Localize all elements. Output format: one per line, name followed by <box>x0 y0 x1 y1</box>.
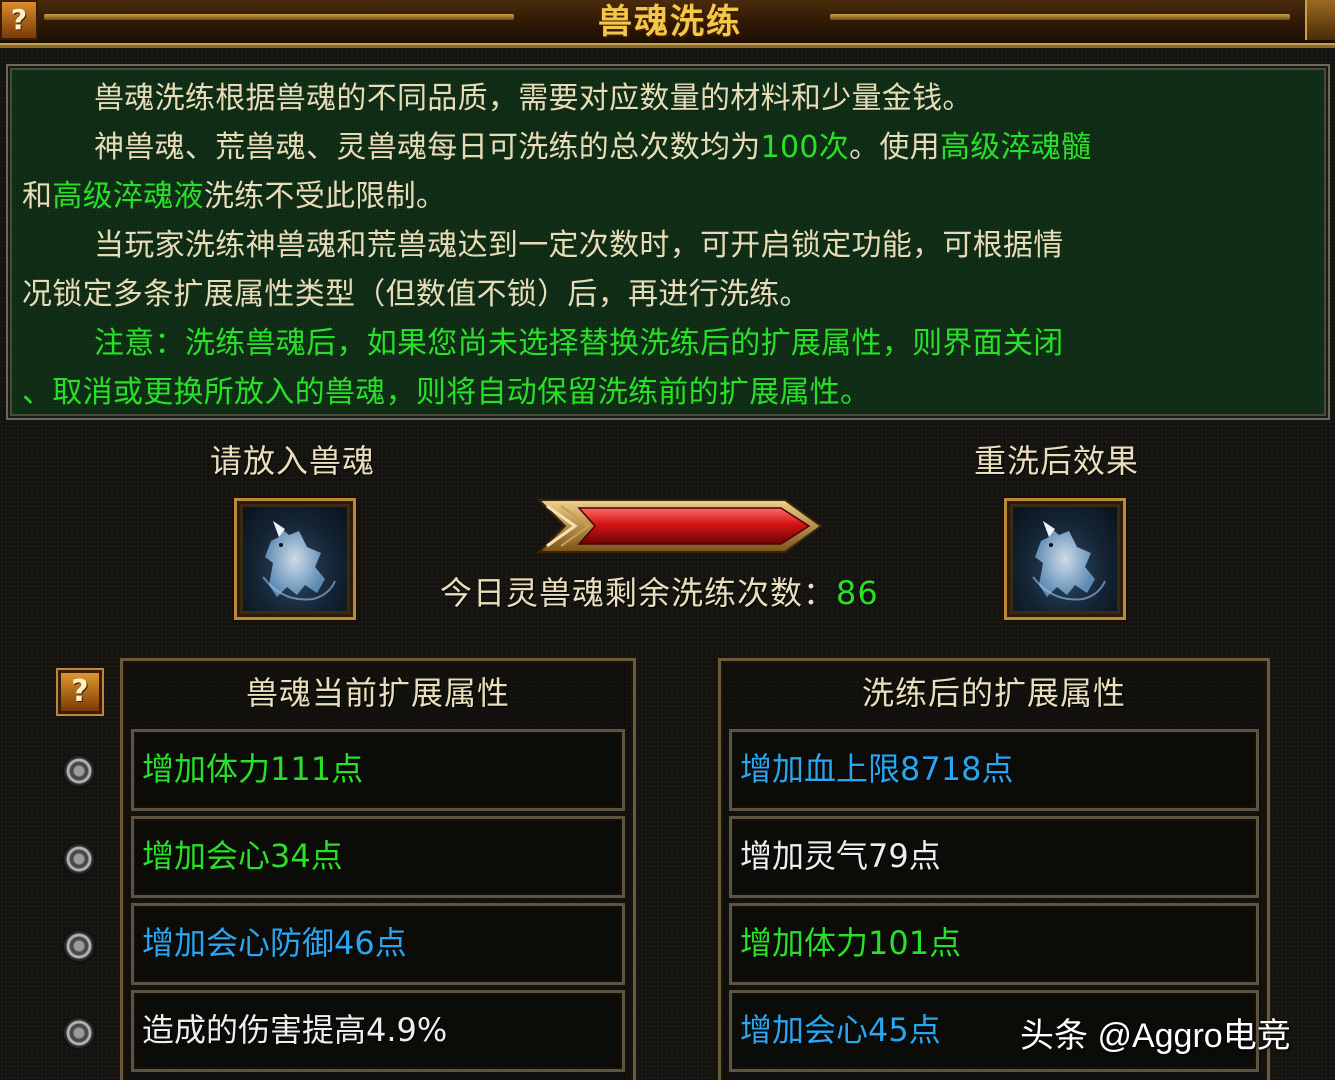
notice-text: 注意：洗练兽魂后，如果您尚未选择替换洗练后的扩展属性，则界面关闭 <box>94 326 1064 361</box>
lock-attribute-radio-3[interactable] <box>64 931 94 961</box>
window-corner-ornament <box>1305 0 1335 40</box>
new-attribute-row: 增加血上限8718点 <box>729 729 1259 811</box>
item-link-advanced-marrow[interactable]: 高级淬魂髓 <box>940 130 1092 165</box>
rules-text: 况锁定多条扩展属性类型（但数值不锁）后，再进行洗练。 <box>22 277 810 312</box>
attribute-text: 增加血上限8718点 <box>740 750 1014 788</box>
title-bar: 兽魂洗练 <box>0 0 1335 48</box>
attribute-help-button[interactable]: ? <box>58 670 102 714</box>
attribute-text: 增加会心34点 <box>142 837 343 875</box>
current-attributes-header: 兽魂当前扩展属性 <box>245 674 510 712</box>
rules-description-box: 兽魂洗练根据兽魂的不同品质，需要对应数量的材料和少量金钱。 神兽魂、荒兽魂、灵兽… <box>6 64 1330 420</box>
rules-line-1: 兽魂洗练根据兽魂的不同品质，需要对应数量的材料和少量金钱。 <box>22 74 1314 123</box>
rules-line-4: 当玩家洗练神兽魂和荒兽魂达到一定次数时，可开启锁定功能，可根据情 <box>22 221 1314 270</box>
watermark: 头条 @Aggro电竞 <box>1020 1017 1291 1055</box>
remaining-refines: 今日灵兽魂剩余洗练次数：86 <box>440 568 879 614</box>
remaining-label: 今日灵兽魂剩余洗练次数： <box>440 574 837 612</box>
window-title: 兽魂洗练 <box>598 2 742 42</box>
lock-attribute-radio-4[interactable] <box>64 1018 94 1048</box>
rules-text: 洗练不受此限制。 <box>203 179 447 214</box>
wolf-soul-icon <box>243 507 347 611</box>
item-link-advanced-liquid[interactable]: 高级淬魂液 <box>52 179 204 214</box>
lock-attribute-radio-1[interactable] <box>64 756 94 786</box>
rules-line-7: 、取消或更换所放入的兽魂，则将自动保留洗练前的扩展属性。 <box>22 368 1314 417</box>
attribute-text: 增加体力101点 <box>740 924 962 962</box>
attribute-text: 造成的伤害提高4.9% <box>142 1011 448 1049</box>
rules-line-5: 况锁定多条扩展属性类型（但数值不锁）后，再进行洗练。 <box>22 270 1314 319</box>
wolf-soul-icon <box>1013 507 1117 611</box>
new-attribute-row: 增加体力101点 <box>729 903 1259 985</box>
attribute-text: 增加体力111点 <box>142 750 364 788</box>
title-rail-right <box>830 14 1290 20</box>
attribute-text: 增加会心45点 <box>740 1011 941 1049</box>
daily-limit-count: 100次 <box>760 130 850 165</box>
attribute-text: 增加会心防御46点 <box>142 924 407 962</box>
current-attribute-row: 增加体力111点 <box>131 729 625 811</box>
beast-soul-result-slot <box>1004 498 1126 620</box>
rules-text: 兽魂洗练根据兽魂的不同品质，需要对应数量的材料和少量金钱。 <box>94 81 973 116</box>
remaining-count: 86 <box>836 574 879 612</box>
current-attribute-row: 增加会心防御46点 <box>131 903 625 985</box>
beast-soul-input-slot[interactable] <box>234 498 356 620</box>
rules-text: 当玩家洗练神兽魂和荒兽魂达到一定次数时，可开启锁定功能，可根据情 <box>94 228 1064 263</box>
rules-line-3: 和高级淬魂液洗练不受此限制。 <box>22 172 1314 221</box>
current-attributes-panel: 兽魂当前扩展属性 增加体力111点 增加会心34点 增加会心防御46点 造成的伤… <box>120 658 636 1080</box>
current-attribute-row: 造成的伤害提高4.9% <box>131 990 625 1072</box>
new-attribute-row: 增加灵气79点 <box>729 816 1259 898</box>
rules-text: 和 <box>22 179 53 214</box>
title-rail-left <box>44 14 514 20</box>
result-slot-label: 重洗后效果 <box>974 442 1140 480</box>
window-help-button[interactable]: ? <box>0 0 38 40</box>
input-slot-label: 请放入兽魂 <box>210 442 376 480</box>
notice-text: 、取消或更换所放入的兽魂，则将自动保留洗练前的扩展属性。 <box>22 375 871 410</box>
lock-attribute-radio-2[interactable] <box>64 844 94 874</box>
rules-line-6: 注意：洗练兽魂后，如果您尚未选择替换洗练后的扩展属性，则界面关闭 <box>22 319 1314 368</box>
rules-text: 。使用 <box>849 130 940 165</box>
rules-text: 神兽魂、荒兽魂、灵兽魂每日可洗练的总次数均为 <box>94 130 761 165</box>
current-attribute-row: 增加会心34点 <box>131 816 625 898</box>
new-attributes-header: 洗练后的扩展属性 <box>861 674 1126 712</box>
attribute-text: 增加灵气79点 <box>740 837 941 875</box>
rules-line-2: 神兽魂、荒兽魂、灵兽魂每日可洗练的总次数均为100次。使用高级淬魂髓 <box>22 123 1314 172</box>
refine-arrow-icon <box>536 499 823 553</box>
